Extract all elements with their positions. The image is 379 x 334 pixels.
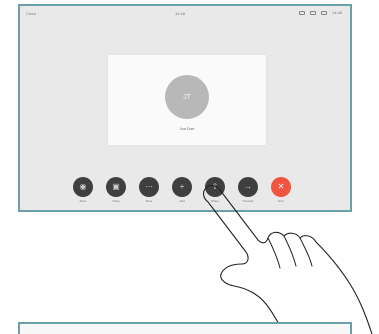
arrow-right-icon: → — [238, 177, 258, 197]
transfer-button[interactable]: → Transfer — [234, 177, 262, 203]
caller-name: Jon Doe — [179, 126, 195, 131]
transfer-label: Transfer — [242, 199, 254, 203]
share-icon: ⇪ — [205, 177, 225, 197]
call-card: JT Jon Doe — [108, 55, 266, 145]
mute-label: Mute — [79, 199, 87, 203]
call-controls: ◉ Mute ▣ Video ⋯ More + Add ⇪ Share → Tr… — [69, 177, 309, 209]
status-right-group: 14:48 — [298, 10, 342, 15]
share-label: Share — [210, 199, 219, 203]
status-center-text: 14:48 — [175, 11, 186, 16]
mic-icon: ◉ — [73, 177, 93, 197]
end-call-label: End — [278, 199, 284, 203]
bottom-panel — [18, 322, 352, 334]
video-button[interactable]: ▣ Video — [102, 177, 130, 203]
status-left-text: Cisco — [26, 11, 37, 16]
settings-status-icon — [320, 10, 327, 15]
avatar-initials: JT — [183, 93, 191, 101]
camera-status-icon — [298, 10, 305, 15]
status-time: 14:48 — [331, 10, 342, 15]
end-call-icon: ✕ — [271, 177, 291, 197]
mic-status-icon — [309, 10, 316, 15]
plus-icon: + — [172, 177, 192, 197]
mute-button[interactable]: ◉ Mute — [69, 177, 97, 203]
more-label: More — [145, 199, 153, 203]
add-button[interactable]: + Add — [168, 177, 196, 203]
video-label: Video — [112, 199, 120, 203]
avatar: JT — [165, 75, 209, 119]
more-icon: ⋯ — [139, 177, 159, 197]
more-button[interactable]: ⋯ More — [135, 177, 163, 203]
device-screen: Cisco 14:48 14:48 JT Jon Doe ◉ Mute ▣ Vi… — [18, 4, 352, 212]
status-bar: Cisco 14:48 14:48 — [20, 6, 350, 20]
end-call-button[interactable]: ✕ End — [267, 177, 295, 203]
add-label: Add — [179, 199, 185, 203]
share-button[interactable]: ⇪ Share — [201, 177, 229, 203]
camera-icon: ▣ — [106, 177, 126, 197]
page: Cisco 14:48 14:48 JT Jon Doe ◉ Mute ▣ Vi… — [0, 0, 379, 334]
